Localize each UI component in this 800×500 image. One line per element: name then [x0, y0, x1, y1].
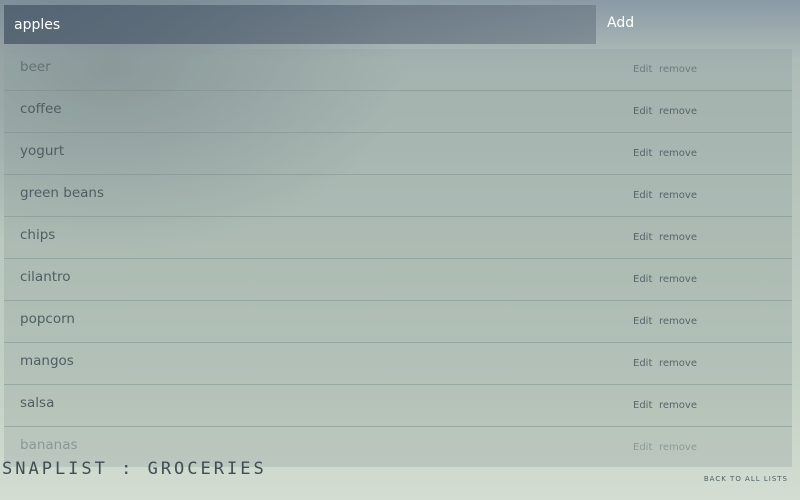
item-label: beer [20, 59, 51, 75]
edit-link[interactable]: Edit [633, 442, 652, 453]
item-label: cilantro [20, 269, 71, 285]
edit-link[interactable]: Edit [633, 64, 652, 75]
list-item: cilantro Edit remove [4, 259, 792, 301]
add-button[interactable]: Add [607, 15, 634, 31]
item-label: bananas [20, 437, 78, 453]
back-to-all-lists-link[interactable]: BACK TO ALL LISTS [704, 475, 788, 483]
remove-link[interactable]: remove [659, 232, 697, 243]
list-item: salsa Edit remove [4, 385, 792, 427]
edit-link[interactable]: Edit [633, 106, 652, 117]
app-title: SNAPLIST : GROCERIES [2, 459, 267, 479]
new-item-input[interactable] [4, 5, 596, 44]
edit-link[interactable]: Edit [633, 148, 652, 159]
item-label: coffee [20, 101, 62, 117]
list-item: mangos Edit remove [4, 343, 792, 385]
grocery-list: beer Edit remove coffee Edit remove yogu… [4, 49, 792, 467]
item-label: mangos [20, 353, 74, 369]
item-label: chips [20, 227, 56, 243]
edit-link[interactable]: Edit [633, 190, 652, 201]
remove-link[interactable]: remove [659, 316, 697, 327]
item-label: yogurt [20, 143, 65, 159]
edit-link[interactable]: Edit [633, 316, 652, 327]
remove-link[interactable]: remove [659, 190, 697, 201]
edit-link[interactable]: Edit [633, 358, 652, 369]
remove-link[interactable]: remove [659, 358, 697, 369]
remove-link[interactable]: remove [659, 400, 697, 411]
list-item: yogurt Edit remove [4, 133, 792, 175]
item-label: green beans [20, 185, 105, 201]
remove-link[interactable]: remove [659, 442, 697, 453]
item-label: salsa [20, 395, 55, 411]
edit-link[interactable]: Edit [633, 400, 652, 411]
remove-link[interactable]: remove [659, 148, 697, 159]
remove-link[interactable]: remove [659, 106, 697, 117]
remove-link[interactable]: remove [659, 274, 697, 285]
remove-link[interactable]: remove [659, 64, 697, 75]
list-item: popcorn Edit remove [4, 301, 792, 343]
list-item: beer Edit remove [4, 49, 792, 91]
list-item: coffee Edit remove [4, 91, 792, 133]
add-item-bar: Add [4, 5, 796, 45]
edit-link[interactable]: Edit [633, 232, 652, 243]
item-label: popcorn [20, 311, 75, 327]
list-item: green beans Edit remove [4, 175, 792, 217]
edit-link[interactable]: Edit [633, 274, 652, 285]
list-item: chips Edit remove [4, 217, 792, 259]
